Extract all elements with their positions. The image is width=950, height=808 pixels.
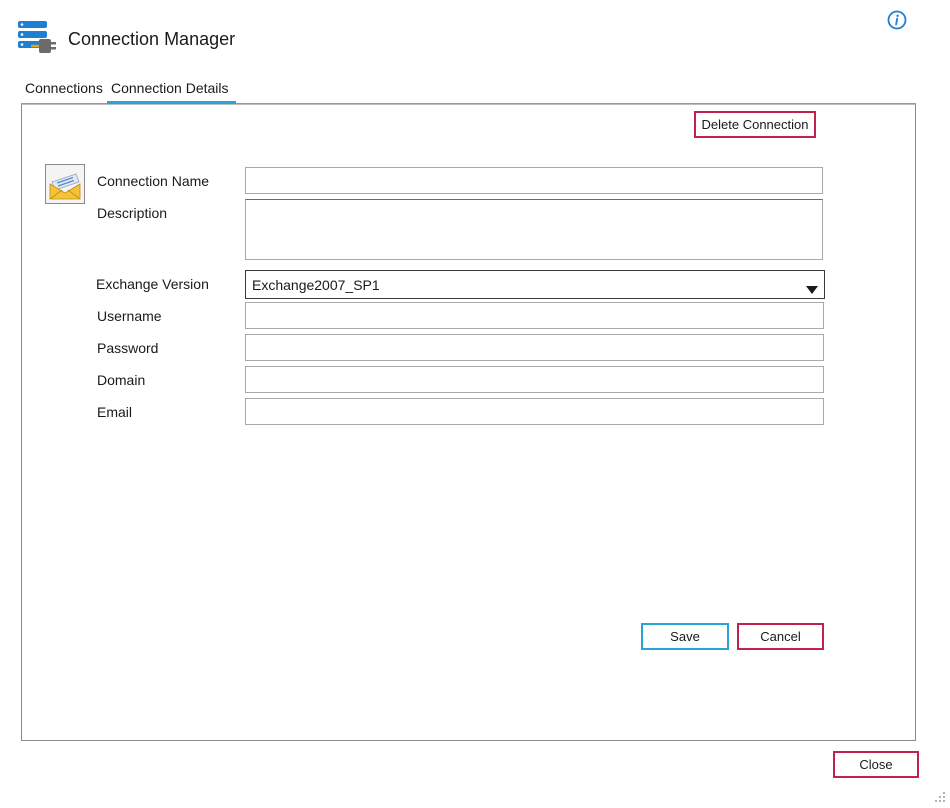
username-label: Username [97,308,162,324]
connection-name-label: Connection Name [97,173,210,189]
password-label: Password [97,340,159,356]
tab-connections[interactable]: Connections [25,80,103,96]
dropdown-arrow-icon [806,281,818,294]
resize-grip-icon[interactable] [934,790,946,802]
save-button[interactable]: Save [641,623,729,650]
envelope-icon [45,164,85,204]
server-plug-icon [17,20,57,56]
description-field[interactable] [245,199,823,260]
window-title: Connection Manager [68,29,236,49]
exchange-version-label: Exchange Version [96,276,209,292]
close-button[interactable]: Close [833,751,919,778]
info-icon[interactable] [887,10,907,30]
exchange-version-select[interactable]: Exchange2007_SP1 [245,270,825,299]
connection-name-field[interactable] [245,167,823,194]
description-label: Description [97,205,168,221]
cancel-button[interactable]: Cancel [737,623,824,650]
email-label: Email [97,404,133,420]
email-field[interactable] [245,398,824,425]
tab-connection-details[interactable]: Connection Details [111,80,229,96]
domain-label: Domain [97,372,146,388]
username-field[interactable] [245,302,824,329]
delete-connection-button[interactable]: Delete Connection [694,111,816,138]
password-field[interactable] [245,334,824,361]
exchange-version-value: Exchange2007_SP1 [252,277,380,293]
domain-field[interactable] [245,366,824,393]
